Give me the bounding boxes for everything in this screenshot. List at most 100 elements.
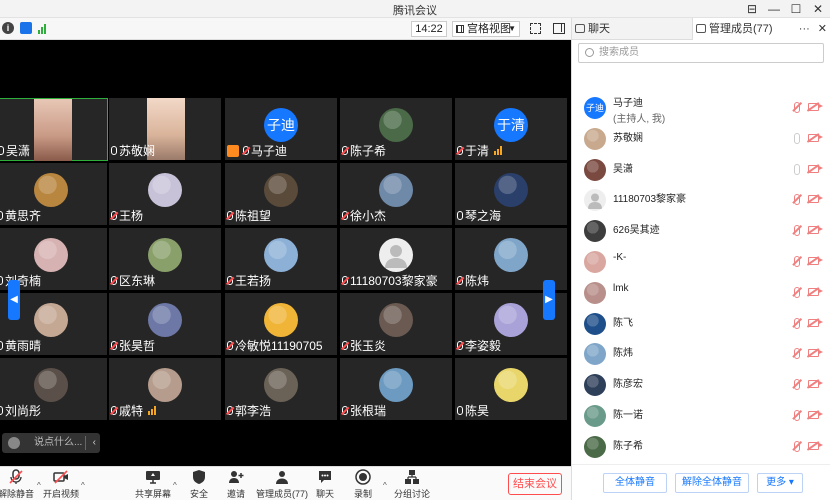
participant-tile[interactable]: 琴之海 xyxy=(455,163,568,226)
member-row[interactable]: -K- xyxy=(572,248,830,278)
member-row[interactable]: 626吴其迹 xyxy=(572,217,830,247)
mic-muted-icon[interactable] xyxy=(794,317,800,329)
mic-muted-icon[interactable] xyxy=(794,348,800,360)
collapse-chevron-icon[interactable]: ‹ xyxy=(93,433,96,453)
member-row[interactable]: 陈飞 xyxy=(572,310,830,340)
close-icon[interactable]: ✕ xyxy=(812,2,824,16)
participant-tile[interactable]: 徐小杰 xyxy=(340,163,453,226)
camera-off-icon[interactable] xyxy=(808,441,823,450)
mic-icon[interactable] xyxy=(794,163,800,175)
maximize-icon[interactable]: ☐ xyxy=(790,2,802,16)
start-video-button[interactable]: 开启视频 xyxy=(39,469,83,500)
shield-icon[interactable] xyxy=(20,22,32,34)
participant-tile[interactable]: 子迪 马子迪 xyxy=(225,98,338,161)
member-row[interactable]: 陈一诺 xyxy=(572,402,830,432)
participant-tile[interactable]: 于清 于清 xyxy=(455,98,568,161)
participant-tile[interactable]: 区东琳 xyxy=(109,228,222,291)
fullscreen-icon[interactable] xyxy=(530,23,541,34)
camera-off-icon[interactable] xyxy=(808,349,823,358)
camera-off-icon[interactable] xyxy=(808,257,823,265)
participant-tile[interactable]: 张根瑞 xyxy=(340,358,453,421)
member-row[interactable]: lmk xyxy=(572,279,830,309)
camera-off-icon[interactable] xyxy=(808,195,823,204)
participant-tile[interactable]: 黄思齐 xyxy=(0,163,108,226)
participant-name: 陈子希 xyxy=(350,144,387,158)
camera-off-icon[interactable] xyxy=(808,318,823,327)
participant-tile[interactable]: 陈昊 xyxy=(455,358,568,421)
participant-tile[interactable]: 苏敬娴 xyxy=(109,98,222,161)
participant-tile[interactable]: 11180703黎家豪 xyxy=(340,228,453,291)
info-icon[interactable]: i xyxy=(2,22,14,34)
member-search-input[interactable]: 搜索成员 xyxy=(578,43,824,63)
mute-all-button[interactable]: 全体静音 xyxy=(603,473,667,493)
mic-muted-icon[interactable] xyxy=(794,102,800,113)
member-row[interactable]: 子迪 马子迪 (主持人, 我) xyxy=(572,94,830,125)
manage-members-button[interactable]: 管理成员(77) xyxy=(255,469,309,500)
close-panel-icon[interactable]: ✕ xyxy=(818,18,827,40)
mic-muted-icon xyxy=(111,276,117,285)
record-button[interactable]: 录制 xyxy=(341,469,385,500)
participant-tile[interactable]: 王若扬 xyxy=(225,228,338,291)
record-options-caret[interactable]: ^ xyxy=(383,481,387,490)
member-row[interactable]: 陈子希 xyxy=(572,433,830,463)
minimize-icon[interactable]: — xyxy=(768,2,780,16)
camera-off-icon[interactable] xyxy=(808,411,823,419)
mic-muted-icon xyxy=(342,276,348,285)
participant-tile[interactable]: 张玉炎 xyxy=(340,293,453,356)
participant-tile[interactable]: 吴潇 xyxy=(0,98,108,161)
participant-tile[interactable]: 戚特 xyxy=(109,358,222,421)
member-row[interactable]: 陈炜 xyxy=(572,340,830,370)
member-row[interactable]: 11180703黎家豪 xyxy=(572,186,830,216)
participant-avatar xyxy=(264,238,298,272)
member-avatar xyxy=(584,220,606,243)
participant-tile[interactable]: 张昊哲 xyxy=(109,293,222,356)
invite-button[interactable]: 邀请 xyxy=(214,469,258,500)
breakout-rooms-button[interactable]: 分组讨论 xyxy=(390,469,434,500)
view-mode-dropdown[interactable]: 宫格视图 ▼ xyxy=(452,21,520,37)
end-meeting-button[interactable]: 结束会议 xyxy=(508,473,562,495)
participant-tile[interactable]: 刘尚彤 xyxy=(0,358,108,421)
participant-name-label: 刘奇楠 xyxy=(0,272,41,289)
camera-off-icon[interactable] xyxy=(808,164,823,173)
participant-name: 区东琳 xyxy=(119,274,156,288)
mic-muted-icon[interactable] xyxy=(794,194,800,206)
mic-muted-icon[interactable] xyxy=(794,286,800,298)
mic-muted-icon xyxy=(227,406,233,415)
member-row[interactable]: 陈彦宏 xyxy=(572,371,830,401)
participant-tile[interactable]: 郭李浩 xyxy=(225,358,338,421)
camera-off-icon[interactable] xyxy=(808,103,823,111)
participant-tile[interactable]: 陈子希 xyxy=(340,98,453,161)
sidebar-toggle-icon[interactable] xyxy=(553,23,565,34)
next-page-arrow[interactable]: ▶ xyxy=(543,280,555,320)
camera-off-icon[interactable] xyxy=(808,133,823,142)
member-row[interactable]: 苏敬娴 xyxy=(572,125,830,155)
mic-icon xyxy=(0,211,3,220)
camera-off-icon[interactable] xyxy=(808,380,823,389)
mic-muted-icon[interactable] xyxy=(794,225,800,237)
mic-muted-icon[interactable] xyxy=(794,256,800,267)
prev-page-arrow[interactable]: ◀ xyxy=(8,280,20,320)
pin-icon[interactable]: ⊟ xyxy=(746,2,758,16)
more-button[interactable]: 更多 ▾ xyxy=(757,473,803,493)
camera-off-icon[interactable] xyxy=(808,287,823,296)
participant-name: 黄雨晴 xyxy=(5,339,42,353)
unmute-all-button[interactable]: 解除全体静音 xyxy=(675,473,749,493)
participant-avatar xyxy=(379,173,413,207)
mic-muted-icon[interactable] xyxy=(794,440,800,452)
share-screen-button[interactable]: 共享屏幕 xyxy=(131,469,175,500)
participant-tile[interactable]: 冷敏悦11190705 xyxy=(225,293,338,356)
more-options-icon[interactable]: ··· xyxy=(799,18,810,40)
tab-chat[interactable]: 聊天 xyxy=(572,18,692,40)
camera-off-icon[interactable] xyxy=(808,226,823,235)
mic-muted-icon[interactable] xyxy=(794,410,800,421)
mic-icon[interactable] xyxy=(794,132,800,144)
mic-muted-icon[interactable] xyxy=(794,379,800,391)
video-options-caret[interactable]: ^ xyxy=(81,481,85,490)
participant-tile[interactable]: 王杨 xyxy=(109,163,222,226)
participant-tile[interactable]: 陈祖望 xyxy=(225,163,338,226)
unmute-button[interactable]: 解除静音 xyxy=(0,469,38,500)
chat-quick-input[interactable]: 说点什么... ‹ xyxy=(2,433,100,453)
participant-name-label: 徐小杰 xyxy=(342,207,386,224)
network-signal-icon[interactable] xyxy=(38,22,50,34)
member-row[interactable]: 吴潇 xyxy=(572,156,830,186)
